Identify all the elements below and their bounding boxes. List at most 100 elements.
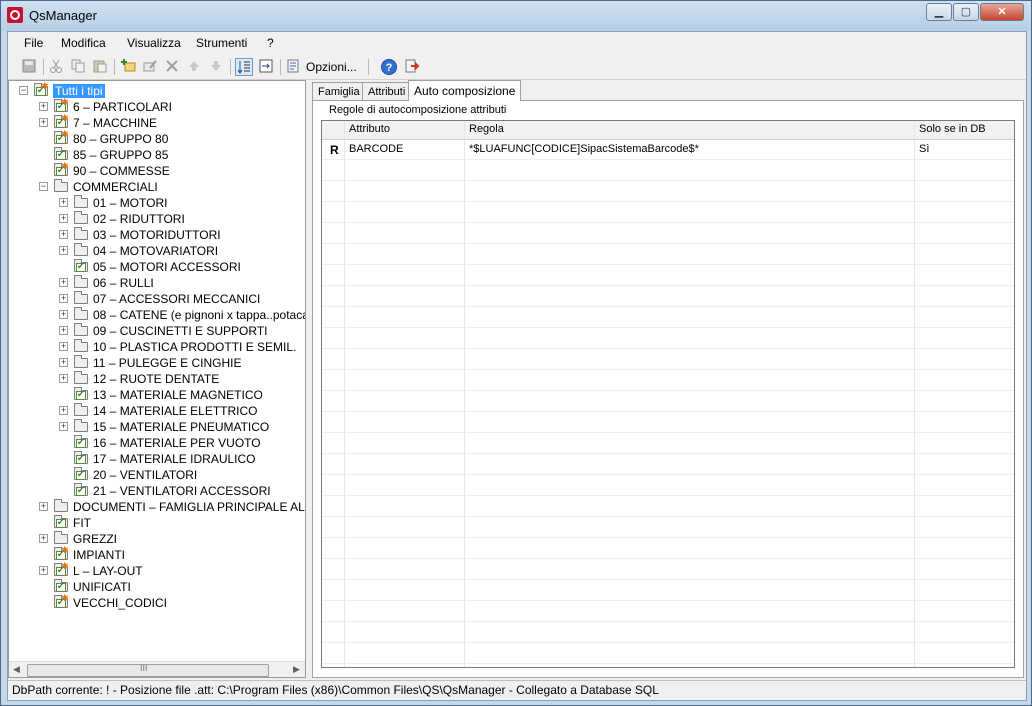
collapse-icon[interactable]: − bbox=[39, 182, 48, 191]
folder-star-check-icon: ✱ bbox=[53, 545, 69, 561]
folder-icon bbox=[53, 179, 69, 193]
tree-item-label: GREZZI bbox=[73, 532, 117, 546]
scrollbar-thumb[interactable]: III bbox=[27, 663, 269, 677]
close-button[interactable]: ✕ bbox=[980, 3, 1024, 21]
expand-icon[interactable]: + bbox=[39, 566, 48, 575]
tree-item-label: 16 – MATERIALE PER VUOTO bbox=[93, 436, 261, 450]
edit-node-icon[interactable] bbox=[142, 58, 160, 76]
menu-modifica[interactable]: Modifica bbox=[61, 36, 106, 50]
grid-header: Attributo Regola Solo se in DB bbox=[322, 121, 1014, 140]
expand-icon[interactable]: + bbox=[59, 278, 68, 287]
menu-file[interactable]: File bbox=[24, 36, 43, 50]
expand-icon[interactable]: + bbox=[59, 310, 68, 319]
exit-icon[interactable] bbox=[404, 58, 422, 76]
folder-star-check-icon: ✱ bbox=[53, 113, 69, 129]
add-node-icon[interactable] bbox=[120, 58, 138, 76]
column-header-attributo[interactable]: Attributo bbox=[349, 123, 390, 135]
tab-famiglia[interactable]: Famiglia bbox=[312, 82, 366, 100]
folder-icon bbox=[73, 291, 89, 305]
row-marker: R bbox=[330, 143, 339, 157]
expand-icon[interactable]: + bbox=[59, 214, 68, 223]
paste-icon[interactable] bbox=[92, 58, 110, 76]
column-header-solo-db[interactable]: Solo se in DB bbox=[919, 123, 986, 135]
expand-icon[interactable]: + bbox=[59, 422, 68, 431]
collapse-icon[interactable]: − bbox=[19, 86, 28, 95]
tree-item-label: 85 – GRUPPO 85 bbox=[73, 148, 169, 162]
expand-icon[interactable]: + bbox=[59, 406, 68, 415]
folder-icon bbox=[73, 371, 89, 385]
title-bar[interactable]: QsManager ▁ ▢ ✕ bbox=[1, 1, 1031, 31]
expand-icon[interactable]: + bbox=[59, 198, 68, 207]
cell-solo-db[interactable]: Sì bbox=[919, 143, 929, 155]
options-icon[interactable] bbox=[286, 58, 304, 76]
folder-check-icon bbox=[73, 435, 89, 449]
expand-icon[interactable]: + bbox=[59, 374, 68, 383]
folder-icon bbox=[73, 275, 89, 289]
menu-visualizza[interactable]: Visualizza bbox=[127, 36, 181, 50]
options-button[interactable]: Opzioni... bbox=[306, 60, 357, 74]
tree-item-label: 03 – MOTORIDUTTORI bbox=[93, 228, 221, 242]
tree-item-label: 10 – PLASTICA PRODOTTI E SEMIL. bbox=[93, 340, 297, 354]
tree-item-label: 07 – ACCESSORI MECCANICI bbox=[93, 292, 261, 306]
menu-help[interactable]: ? bbox=[267, 36, 274, 50]
tree-item-label: FIT bbox=[73, 516, 91, 530]
group-caption: Regole di autocomposizione attributi bbox=[327, 104, 509, 116]
tree-item-label: 06 – RULLI bbox=[93, 276, 154, 290]
tree-item-label: 02 – RIDUTTORI bbox=[93, 212, 185, 226]
scroll-right-icon[interactable]: ▶ bbox=[293, 664, 300, 675]
move-up-icon[interactable] bbox=[186, 58, 204, 76]
client-area: File Modifica Visualizza Strumenti ? Opz… bbox=[7, 31, 1027, 701]
menu-strumenti[interactable]: Strumenti bbox=[196, 36, 247, 50]
expand-icon[interactable]: + bbox=[39, 118, 48, 127]
cut-icon[interactable] bbox=[48, 58, 66, 76]
help-icon[interactable]: ? bbox=[380, 58, 398, 76]
cell-regola[interactable]: *$LUAFUNC[CODICE]SipacSistemaBarcode$* bbox=[469, 143, 699, 155]
folder-icon bbox=[73, 419, 89, 433]
folder-star-check-icon: ✱ bbox=[53, 561, 69, 577]
delete-icon[interactable] bbox=[164, 58, 182, 76]
tree-item-label: 01 – MOTORI bbox=[93, 196, 168, 210]
type-tree-panel: −✱Tutti i tipi+✱6 – PARTICOLARI+✱7 – MAC… bbox=[8, 80, 306, 678]
copy-icon[interactable] bbox=[70, 58, 88, 76]
move-down-icon[interactable] bbox=[208, 58, 226, 76]
expand-icon[interactable]: + bbox=[59, 326, 68, 335]
save-icon[interactable] bbox=[21, 58, 39, 76]
folder-star-check-icon: ✱ bbox=[33, 81, 49, 97]
tree-item-label: 6 – PARTICOLARI bbox=[73, 100, 172, 114]
expand-icon[interactable]: + bbox=[59, 246, 68, 255]
expand-icon[interactable]: + bbox=[59, 230, 68, 239]
tree-item-label: 17 – MATERIALE IDRAULICO bbox=[93, 452, 256, 466]
column-header-regola[interactable]: Regola bbox=[469, 123, 504, 135]
indent-icon[interactable] bbox=[258, 58, 276, 76]
rules-grid[interactable]: Attributo Regola Solo se in DB R BARCODE… bbox=[321, 120, 1015, 668]
status-bar: DbPath corrente: ! - Posizione file .att… bbox=[8, 680, 1026, 699]
minimize-button[interactable]: ▁ bbox=[926, 3, 952, 21]
expand-icon[interactable]: + bbox=[39, 534, 48, 543]
tree-item-label: 20 – VENTILATORI bbox=[93, 468, 198, 482]
expand-icon[interactable]: + bbox=[59, 358, 68, 367]
tree-item-label: 11 – PULEGGE E CINGHIE bbox=[93, 356, 242, 370]
folder-icon bbox=[73, 355, 89, 369]
scroll-left-icon[interactable]: ◀ bbox=[13, 664, 20, 675]
tab-auto-composizione[interactable]: Auto composizione bbox=[408, 80, 522, 101]
expand-icon[interactable]: + bbox=[39, 102, 48, 111]
expand-icon[interactable]: + bbox=[59, 294, 68, 303]
folder-check-icon bbox=[73, 467, 89, 481]
auto-composizione-page: Regole di autocomposizione attributi Att… bbox=[312, 100, 1024, 678]
expand-icon[interactable]: + bbox=[59, 342, 68, 351]
horizontal-scrollbar[interactable]: ◀ III ▶ bbox=[9, 661, 305, 677]
tree-item-label: DOCUMENTI – FAMIGLIA PRINCIPALE ALLEG. bbox=[73, 500, 305, 514]
tab-attributi[interactable]: Attributi bbox=[362, 82, 412, 100]
app-window: QsManager ▁ ▢ ✕ File Modifica Visualizza… bbox=[0, 0, 1032, 706]
expand-icon[interactable]: + bbox=[39, 502, 48, 511]
folder-check-icon bbox=[53, 147, 69, 161]
tree-item-label: 14 – MATERIALE ELETTRICO bbox=[93, 404, 258, 418]
folder-icon bbox=[73, 227, 89, 241]
sort-order-icon[interactable] bbox=[235, 58, 253, 76]
tree-item-label: UNIFICATI bbox=[73, 580, 131, 594]
cell-attributo[interactable]: BARCODE bbox=[349, 143, 403, 155]
tree-item-label: VECCHI_CODICI bbox=[73, 596, 168, 610]
tree-item-label: COMMERCIALI bbox=[73, 180, 158, 194]
maximize-button[interactable]: ▢ bbox=[953, 3, 979, 21]
tree-item-label: 7 – MACCHINE bbox=[73, 116, 158, 130]
